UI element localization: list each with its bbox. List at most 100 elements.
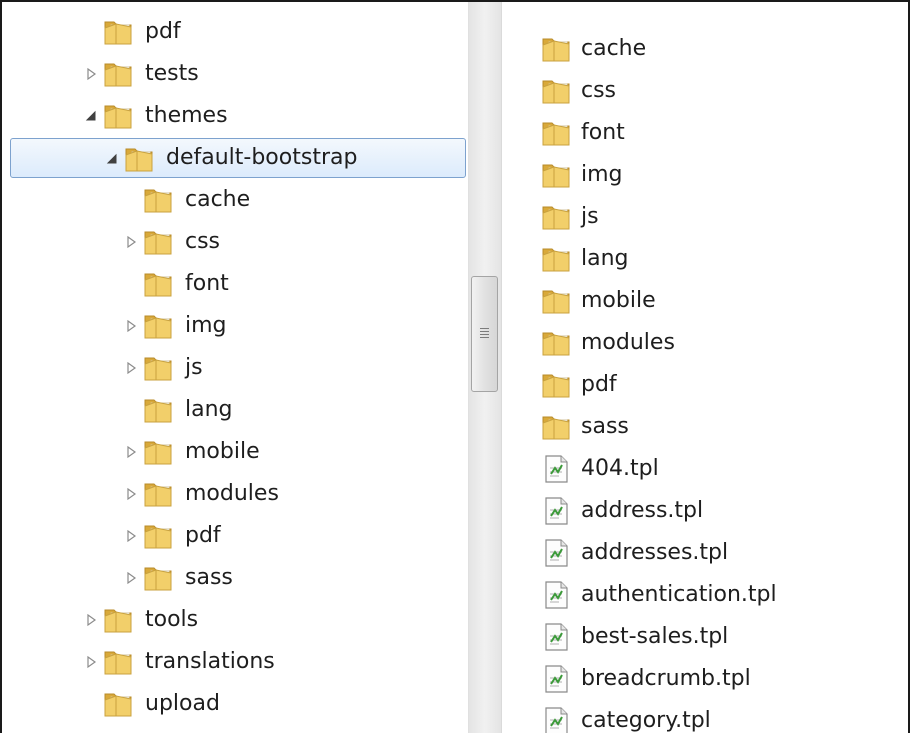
list-item-label: modules [581,330,675,355]
list-item-label: js [581,204,599,229]
expand-arrow-icon[interactable] [84,655,98,669]
expand-arrow-icon[interactable] [124,319,138,333]
folder-icon [540,117,572,149]
expand-arrow-icon[interactable] [124,235,138,249]
tree-item[interactable]: pdf [2,516,468,556]
tree-item[interactable]: modules [2,474,468,514]
tree-item[interactable]: lang [2,390,468,430]
scroll-grip-icon [480,328,489,338]
vertical-scrollbar[interactable] [468,2,502,733]
folder-icon [142,478,174,510]
folder-icon [123,143,155,175]
expand-arrow-icon[interactable] [124,361,138,375]
list-item-label: lang [581,246,629,271]
tree-item[interactable]: mobile [2,432,468,472]
tree-item-label: translations [145,649,275,674]
list-item-file[interactable]: breadcrumb.tpl [502,659,908,699]
list-item-file[interactable]: 404.tpl [502,449,908,489]
list-item-folder[interactable]: img [502,155,908,195]
folder-icon [142,226,174,258]
tree-item-label: upload [145,691,220,716]
list-item-file[interactable]: address.tpl [502,491,908,531]
tree-item-label: default-bootstrap [166,145,358,170]
scrollbar-thumb[interactable] [471,276,498,392]
list-item-folder[interactable]: cache [502,29,908,69]
list-item-file[interactable]: best-sales.tpl [502,617,908,657]
folder-icon [540,369,572,401]
folder-icon [142,436,174,468]
expand-arrow-icon[interactable] [124,445,138,459]
list-item-file[interactable]: addresses.tpl [502,533,908,573]
folder-icon [102,646,134,678]
tree-item-label: modules [185,481,279,506]
tree-item[interactable]: tools [2,600,468,640]
tree-item[interactable]: img [2,306,468,346]
tree-item-label: img [185,313,227,338]
list-item-label: category.tpl [581,708,711,733]
folder-icon [540,327,572,359]
folder-icon [540,285,572,317]
list-item-folder[interactable]: mobile [502,281,908,321]
tree-item-label: css [185,229,221,254]
list-item-label: authentication.tpl [581,582,777,607]
list-item-label: addresses.tpl [581,540,729,565]
folder-icon [102,604,134,636]
tree-item[interactable]: font [2,264,468,304]
folder-icon [142,520,174,552]
tree-item-label: pdf [185,523,221,548]
folder-icon [142,562,174,594]
expand-arrow-icon[interactable] [124,571,138,585]
tree-item[interactable]: pdf [2,12,468,52]
expand-arrow-icon[interactable] [84,67,98,81]
list-item-file[interactable]: authentication.tpl [502,575,908,615]
list-item-label: img [581,162,623,187]
tpl-file-icon [540,495,572,527]
list-item-file[interactable]: category.tpl [502,701,908,733]
list-item-label: mobile [581,288,656,313]
folder-icon [102,100,134,132]
file-list-pane[interactable]: cache css font img js lang mobile modules pdf sas… [502,2,908,733]
list-item-folder[interactable]: css [502,71,908,111]
tree-item[interactable]: sass [2,558,468,598]
list-item-label: address.tpl [581,498,704,523]
tree-item[interactable]: translations [2,642,468,682]
expand-arrow-icon[interactable] [124,529,138,543]
folder-icon [540,243,572,275]
tree-item[interactable]: upload [2,684,468,724]
folder-icon [540,33,572,65]
tree-item[interactable]: cache [2,180,468,220]
list-item-folder[interactable]: sass [502,407,908,447]
folder-icon [142,268,174,300]
list-item-label: 404.tpl [581,456,659,481]
tree-item[interactable]: themes [2,96,468,136]
list-item-folder[interactable]: font [502,113,908,153]
tree-item[interactable]: default-bootstrap [10,138,466,178]
tree-item[interactable]: css [2,222,468,262]
list-item-folder[interactable]: pdf [502,365,908,405]
list-item-folder[interactable]: modules [502,323,908,363]
tpl-file-icon [540,579,572,611]
list-item-label: font [581,120,625,145]
expand-arrow-icon[interactable] [124,487,138,501]
collapse-arrow-icon[interactable] [84,109,98,123]
folder-icon [540,201,572,233]
list-item-label: breadcrumb.tpl [581,666,751,691]
list-item-folder[interactable]: js [502,197,908,237]
tpl-file-icon [540,537,572,569]
tree-item-label: cache [185,187,251,212]
folder-icon [540,159,572,191]
folder-icon [540,411,572,443]
list-item-label: sass [581,414,629,439]
tree-item-label: lang [185,397,233,422]
list-item-folder[interactable]: lang [502,239,908,279]
folder-icon [102,688,134,720]
collapse-arrow-icon[interactable] [105,152,119,166]
folder-icon [102,16,134,48]
expand-arrow-icon[interactable] [84,613,98,627]
tree-item-label: themes [145,103,228,128]
folder-tree-pane[interactable]: pdf tests themes default-bootstrap cache css f… [2,2,468,733]
tree-item[interactable]: tests [2,54,468,94]
tree-item[interactable]: js [2,348,468,388]
list-item-label: pdf [581,372,617,397]
folder-icon [540,75,572,107]
